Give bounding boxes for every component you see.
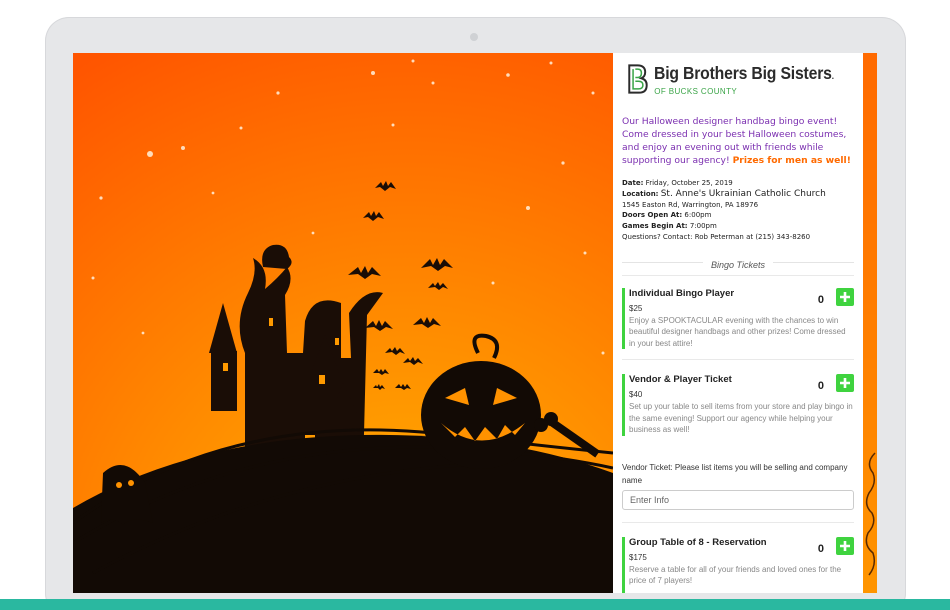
ticket-quantity: 0 [817, 380, 824, 393]
marketing-stage: Big Brothers Big Sisters. OF BUCKS COUNT… [0, 0, 950, 610]
date-label: Date: [622, 179, 644, 187]
doors-value: 6:00pm [684, 211, 712, 220]
event-address: 1545 Easton Rd, Warrington, PA 18976 [622, 200, 759, 209]
plus-icon [840, 291, 850, 302]
decorative-swirl-icon [865, 452, 876, 576]
background-edge-strip [863, 53, 877, 593]
games-begin-row: Games Begin At: 7:00pm [622, 221, 854, 232]
ticket-divider [622, 521, 854, 523]
ticket-description: Set up your table to sell items from you… [629, 402, 853, 435]
ticket-divider [622, 359, 854, 361]
ticket-quantity: 0 [817, 293, 824, 306]
plus-icon [840, 378, 850, 389]
intro-highlight: Prizes for men as well! [732, 155, 851, 166]
event-details: Date: Friday, October 25, 2019 Location:… [622, 178, 854, 243]
games-value: 7:00pm [689, 222, 717, 231]
vendor-items-label: Vendor Ticket: Please list items you wil… [622, 462, 848, 485]
doors-open-row: Doors Open At: 6:00pm [622, 210, 854, 221]
bbbs-logo-icon [628, 64, 648, 94]
ticket-description: Reserve a table for all of your friends … [629, 564, 842, 586]
ticket-vendor-player: Vendor & Player Ticket $40 Set up your t… [622, 374, 854, 436]
camera-dot [470, 33, 478, 41]
tickets-section-title: Bingo Tickets [622, 255, 854, 270]
ticket-group-table: Group Table of 8 - Reservation $175 Rese… [622, 536, 854, 593]
ticket-name: Vendor & Player Ticket [629, 374, 732, 386]
location-value: St. Anne's Ukrainian Catholic Church [660, 188, 826, 199]
event-registration-panel: Big Brothers Big Sisters. OF BUCKS COUNT… [613, 53, 863, 593]
ticket-name: Individual Bingo Player [629, 287, 735, 299]
games-label: Games Begin At: [622, 222, 688, 231]
ticket-description: Enjoy a SPOOKTACULAR evening with the ch… [629, 315, 846, 348]
halloween-hero-image [73, 53, 613, 593]
event-intro: Our Halloween designer handbag bingo eve… [622, 115, 854, 167]
ticket-individual-bingo-player: Individual Bingo Player $25 Enjoy a SPOO… [622, 287, 854, 350]
org-logo: Big Brothers Big Sisters. OF BUCKS COUNT… [622, 53, 854, 103]
ticket-quantity: 0 [817, 542, 824, 555]
plus-icon [840, 540, 850, 551]
ticket-price: $40 [629, 390, 643, 400]
org-subtitle: OF BUCKS COUNTY [654, 86, 738, 96]
footer-accent-bar [0, 599, 950, 610]
ticket-name: Group Table of 8 - Reservation [629, 536, 767, 548]
laptop-screen: Big Brothers Big Sisters. OF BUCKS COUNT… [73, 53, 877, 593]
questions-contact: Questions? Contact: Rob Peterman at (215… [622, 232, 811, 241]
ticket-price: $25 [629, 303, 643, 313]
org-name: Big Brothers Big Sisters. [654, 62, 835, 83]
add-ticket-button[interactable] [836, 374, 854, 393]
add-ticket-button[interactable] [836, 536, 854, 555]
vendor-items-input[interactable] [622, 489, 854, 510]
halloween-scene-illustration [73, 53, 613, 593]
add-ticket-button[interactable] [836, 287, 854, 306]
event-location-row: Location: St. Anne's Ukrainian Catholic … [622, 189, 854, 200]
ticket-price: $175 [629, 552, 647, 562]
event-date-row: Date: Friday, October 25, 2019 [622, 178, 854, 189]
location-label: Location: [622, 189, 659, 198]
doors-label: Doors Open At: [622, 211, 683, 220]
date-value: Friday, October 25, 2019 [645, 179, 733, 187]
section-divider [622, 274, 854, 276]
